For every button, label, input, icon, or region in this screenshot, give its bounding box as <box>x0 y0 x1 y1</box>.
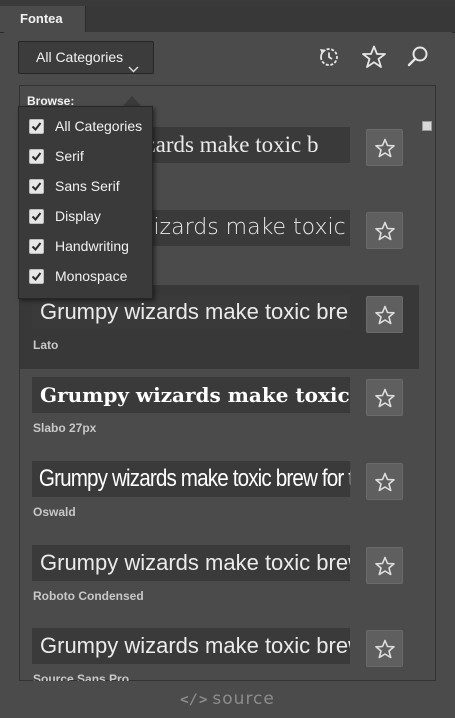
favorite-button[interactable] <box>366 547 403 584</box>
search-icon[interactable] <box>405 44 431 70</box>
category-option-label: Sans Serif <box>55 178 120 194</box>
font-name: Oswald <box>33 505 76 519</box>
tab-fontea[interactable]: Fontea <box>0 6 86 32</box>
checkbox[interactable] <box>29 179 44 194</box>
scrollbar-handle[interactable] <box>422 121 432 131</box>
favorite-button[interactable] <box>366 129 403 166</box>
dropdown-arrow <box>123 96 141 106</box>
favorite-button[interactable] <box>366 463 403 500</box>
checkbox[interactable] <box>29 239 44 254</box>
tab-bar: Fontea <box>0 6 455 33</box>
category-option-label: Monospace <box>55 268 128 284</box>
category-option-sans-serif[interactable]: Sans Serif <box>29 177 153 197</box>
category-option-handwriting[interactable]: Handwriting <box>29 237 153 257</box>
category-dropdown-label: All Categories <box>36 49 124 65</box>
favorite-button[interactable] <box>366 630 403 667</box>
category-option-label: Display <box>55 208 101 224</box>
font-preview: Grumpy wizards make toxic brev <box>32 377 350 413</box>
chevron-down-icon <box>128 53 139 84</box>
source-link[interactable]: </> source <box>0 684 455 714</box>
font-preview: Grumpy wizards make toxic brew for th <box>32 461 351 497</box>
checkbox[interactable] <box>29 269 44 284</box>
font-row[interactable]: Grumpy wizards make toxic brew for th Os… <box>20 452 419 536</box>
font-preview: Grumpy wizards make toxic brew <box>32 628 350 664</box>
category-option-label: Serif <box>55 148 84 164</box>
category-option-monospace[interactable]: Monospace <box>29 267 153 287</box>
font-row[interactable]: Grumpy wizards make toxic brew Source Sa… <box>20 619 419 681</box>
category-option-serif[interactable]: Serif <box>29 147 153 167</box>
favorite-button[interactable] <box>366 296 403 333</box>
font-name: Slabo 27px <box>33 421 97 435</box>
font-preview: Grumpy wizards make toxic brew <box>32 545 350 581</box>
font-row[interactable]: Grumpy wizards make toxic brev Slabo 27p… <box>20 368 419 452</box>
checkbox[interactable] <box>29 149 44 164</box>
favorite-button[interactable] <box>366 212 403 249</box>
category-dropdown-button[interactable]: All Categories <box>18 41 154 74</box>
star-icon[interactable] <box>361 44 387 70</box>
font-name: Source Sans Pro <box>33 672 130 681</box>
checkbox[interactable] <box>29 209 44 224</box>
checkbox[interactable] <box>29 119 44 134</box>
category-option-label: Handwriting <box>55 238 129 254</box>
category-option-display[interactable]: Display <box>29 207 153 227</box>
font-name: Lato <box>33 338 59 352</box>
category-option-all[interactable]: All Categories <box>29 117 153 137</box>
source-label: source <box>212 689 275 709</box>
font-row[interactable]: Grumpy wizards make toxic brew Roboto Co… <box>20 536 419 620</box>
font-name: Roboto Condensed <box>33 589 144 603</box>
history-icon[interactable] <box>316 44 342 70</box>
category-dropdown-menu: All Categories Serif Sans Serif Display … <box>18 106 153 299</box>
code-icon: </> <box>180 692 209 708</box>
category-option-label: All Categories <box>55 118 143 134</box>
font-preview: Grumpy wizards make toxic bre <box>32 294 350 330</box>
favorite-button[interactable] <box>366 379 403 416</box>
